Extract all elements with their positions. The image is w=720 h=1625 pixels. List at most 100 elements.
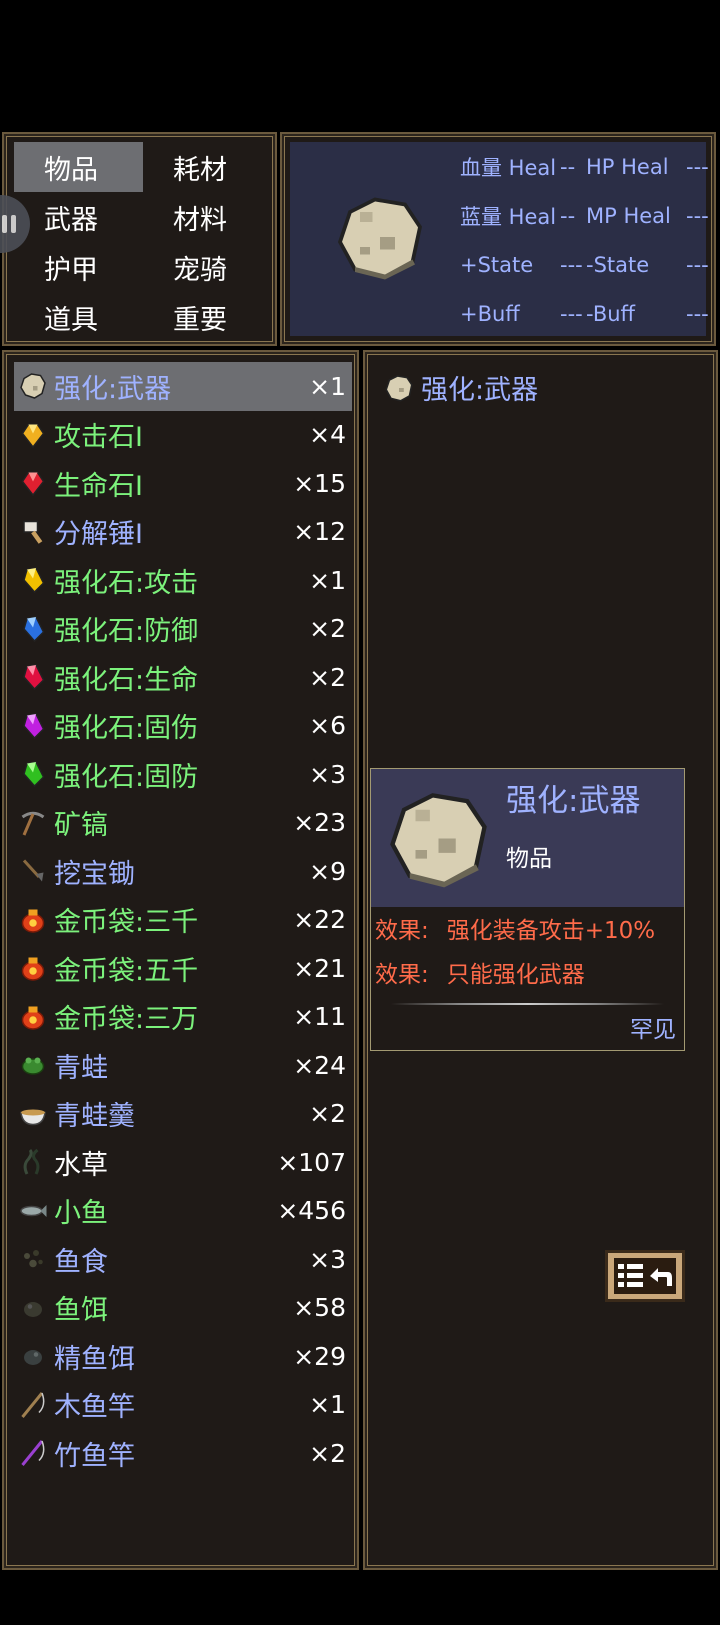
stat-cell: --- — [686, 301, 709, 326]
item-name: 木鱼竿 — [54, 1392, 135, 1424]
stone-icon — [381, 781, 496, 900]
item-row[interactable]: 攻击石I ×4 — [14, 411, 352, 460]
effect-label: 效果: — [375, 918, 429, 944]
item-row[interactable]: 竹鱼竿 ×2 — [14, 1429, 352, 1478]
stat-cell: --- — [686, 154, 709, 179]
item-count: ×2 — [309, 662, 346, 692]
item-row[interactable]: 木鱼竿 ×1 — [14, 1381, 352, 1430]
item-row[interactable]: 小鱼 ×456 — [14, 1187, 352, 1236]
item-count: ×1 — [309, 1390, 346, 1420]
item-count: ×21 — [293, 953, 346, 983]
seaweed-icon — [14, 1142, 52, 1182]
item-row[interactable]: 青蛙羹 ×2 — [14, 1090, 352, 1139]
item-row[interactable]: 鱼食 ×3 — [14, 1235, 352, 1284]
item-row[interactable]: 鱼饵 ×58 — [14, 1284, 352, 1333]
stone-icon — [385, 374, 413, 402]
stat-cell: --- — [560, 301, 583, 326]
item-count: ×22 — [293, 905, 346, 935]
category-tab[interactable]: 道具 — [14, 292, 143, 342]
item-name: 强化石:攻击 — [54, 567, 199, 599]
item-row[interactable]: 分解锤I ×12 — [14, 508, 352, 557]
item-count: ×58 — [293, 1293, 346, 1323]
item-row[interactable]: 金币袋:五千 ×21 — [14, 944, 352, 993]
blue-crystal-icon — [14, 609, 52, 649]
stat-cell: -- — [560, 203, 576, 228]
item-row[interactable]: 金币袋:三万 ×11 — [14, 993, 352, 1042]
item-row[interactable]: 强化石:攻击 ×1 — [14, 556, 352, 605]
item-name: 金币袋:五千 — [54, 955, 199, 987]
item-row[interactable]: 挖宝锄 ×9 — [14, 847, 352, 896]
item-row[interactable]: 精鱼饵 ×29 — [14, 1332, 352, 1381]
stat-row: +State --- -State --- — [460, 240, 720, 289]
stat-cell: --- — [686, 203, 709, 228]
item-name: 强化:武器 — [54, 373, 172, 405]
green-crystal-icon — [14, 754, 52, 794]
item-row[interactable]: 矿镐 ×23 — [14, 799, 352, 848]
tooltip-item-type: 物品 — [506, 846, 552, 872]
item-count: ×9 — [309, 856, 346, 886]
item-name: 青蛙羹 — [54, 1101, 135, 1133]
tooltip-item-name: 强化:武器 — [506, 783, 641, 819]
item-name: 攻击石I — [54, 422, 143, 454]
stat-cell: 血量 Heal — [460, 155, 557, 180]
item-row[interactable]: 水草 ×107 — [14, 1138, 352, 1187]
item-tooltip: 强化:武器 物品 效果: 强化装备攻击+10% 效果: 只能强化武器 罕见 — [370, 768, 685, 1051]
red-gem-icon — [14, 463, 52, 503]
item-name: 金币袋:三万 — [54, 1004, 199, 1036]
category-tab[interactable]: 耗材 — [143, 142, 272, 192]
category-tab[interactable]: 宠骑 — [143, 242, 272, 292]
item-count: ×456 — [277, 1196, 346, 1226]
fine-bait-icon — [14, 1336, 52, 1376]
category-tab[interactable]: 物品 — [14, 142, 143, 192]
stat-row: +Buff --- -Buff --- — [460, 289, 720, 338]
back-button[interactable] — [605, 1250, 685, 1302]
stone-icon — [330, 187, 430, 291]
item-row[interactable]: 强化石:防御 ×2 — [14, 605, 352, 654]
coin-bag-icon — [14, 997, 52, 1037]
yellow-crystal-icon — [14, 560, 52, 600]
item-count: ×11 — [293, 1002, 346, 1032]
hammer-icon — [14, 512, 52, 552]
item-count: ×29 — [293, 1341, 346, 1371]
detail-title: 强化:武器 — [383, 368, 538, 407]
bait-icon — [14, 1288, 52, 1328]
effect-text: 只能强化武器 — [446, 962, 585, 988]
item-count: ×3 — [309, 759, 346, 789]
item-count: ×2 — [309, 1438, 346, 1468]
item-name: 小鱼 — [54, 1198, 108, 1230]
item-name: 青蛙 — [54, 1052, 108, 1084]
stat-cell: --- — [560, 252, 583, 277]
category-tab[interactable]: 重要 — [143, 292, 272, 342]
tooltip-effect-2: 效果: 只能强化武器 — [375, 955, 585, 989]
item-row[interactable]: 强化石:固防 ×3 — [14, 750, 352, 799]
item-row[interactable]: 金币袋:三千 ×22 — [14, 896, 352, 945]
stat-cell: -State — [586, 252, 650, 277]
stat-cell: -- — [560, 154, 576, 179]
stone-icon — [14, 366, 52, 406]
item-count: ×2 — [309, 614, 346, 644]
stat-cell: +Buff — [460, 301, 520, 326]
effect-label: 效果: — [375, 962, 429, 988]
stat-row: 蓝量 Heal -- MP Heal --- — [460, 191, 720, 240]
item-count: ×1 — [309, 371, 346, 401]
item-name: 强化石:固伤 — [54, 713, 199, 745]
item-row[interactable]: 生命石I ×15 — [14, 459, 352, 508]
status-grid: 血量 Heal -- HP Heal --- 蓝量 Heal -- MP Heal --- +S… — [460, 142, 709, 338]
category-tab[interactable]: 护甲 — [14, 242, 143, 292]
item-row[interactable]: 青蛙 ×24 — [14, 1041, 352, 1090]
item-name: 鱼食 — [54, 1246, 108, 1278]
item-row[interactable]: 强化石:生命 ×2 — [14, 653, 352, 702]
stat-cell: --- — [686, 252, 709, 277]
category-tab[interactable]: 材料 — [143, 192, 272, 242]
tooltip-effect-1: 效果: 强化装备攻击+10% — [375, 911, 655, 945]
item-count: ×1 — [309, 565, 346, 595]
fish-icon — [14, 1191, 52, 1231]
item-row[interactable]: 强化:武器 ×1 — [14, 362, 352, 411]
category-tab[interactable]: 武器 — [14, 192, 143, 242]
item-name: 强化石:固防 — [54, 761, 199, 793]
item-count: ×107 — [277, 1147, 346, 1177]
category-panel: 物品 耗材 武器 材料 护甲 宠骑 道具 重要 — [2, 132, 277, 346]
detail-title-text: 强化:武器 — [421, 375, 539, 406]
item-row[interactable]: 强化石:固伤 ×6 — [14, 702, 352, 751]
item-name: 分解锤I — [54, 519, 143, 551]
